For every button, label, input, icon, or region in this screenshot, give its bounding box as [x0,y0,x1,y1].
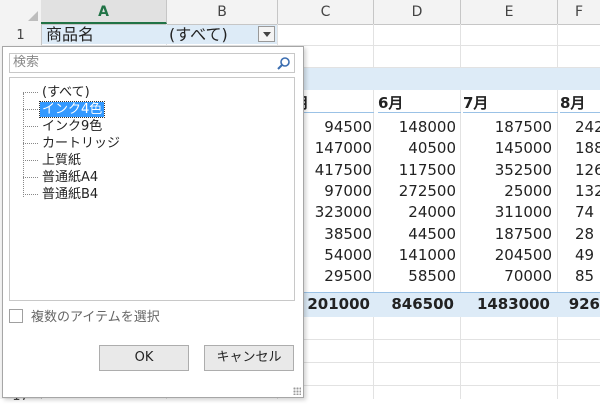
month-header: 8月 [560,92,600,113]
pivot-value-cell[interactable]: 85 [575,267,600,285]
filter-value-label: (すべて) [169,25,228,44]
month-header: 6月 [378,92,461,113]
pivot-value-cell[interactable]: 272500 [366,182,456,200]
pivot-value-cell[interactable]: 145000 [462,139,552,157]
multi-select-option[interactable]: 複数のアイテムを選択 [9,309,160,327]
pivot-value-cell[interactable]: 126 [575,161,600,179]
total-value: 846500 [391,295,454,313]
pivot-value-cell[interactable]: 44500 [366,225,456,243]
tree-item-plain-b4[interactable]: 普通紙B4 [23,186,100,203]
pivot-value-cell[interactable]: 28 [575,225,600,243]
filter-item-tree: (すべて) インク4色 インク9色 カートリッジ 上質紙 普通紙A4 普通紙B4 [9,77,295,301]
tree-item-ink4[interactable]: インク4色 [23,101,106,118]
pivot-value-cell[interactable]: 24000 [366,203,456,221]
month-header: 月 [294,92,374,113]
resize-grip[interactable] [293,387,301,395]
pivot-value-cell[interactable]: 40500 [366,139,456,157]
filter-dropdown-panel: 検索 (すべて) インク4色 インク9色 カートリッジ 上質紙 普通紙A4 普通… [2,46,304,398]
pivot-value-cell[interactable]: 49 [575,246,600,264]
pivot-value-cell[interactable]: 132 [575,182,600,200]
multi-select-checkbox[interactable] [9,309,23,323]
pivot-value-cell[interactable]: 70000 [462,267,552,285]
ok-button[interactable]: OK [99,345,189,371]
pivot-value-cell[interactable]: 74 [575,203,600,221]
pivot-value-cell[interactable]: 187500 [462,225,552,243]
pivot-value-cell[interactable]: 311000 [462,203,552,221]
pivot-value-cell[interactable]: 141000 [366,246,456,264]
column-header-d[interactable]: D [374,0,461,24]
tree-item-ink9[interactable]: インク9色 [23,118,104,135]
month-header: 7月 [463,92,558,113]
column-header-a[interactable]: A [41,0,167,24]
select-all-corner[interactable] [0,0,42,24]
search-input[interactable]: 検索 [9,53,295,73]
multi-select-label: 複数のアイテムを選択 [31,310,160,325]
cell-a1-field-name[interactable]: 商品名 [42,25,170,44]
column-header-f[interactable]: F [558,0,600,24]
filter-dropdown-button[interactable] [258,26,275,42]
pivot-value-cell[interactable]: 242 [575,118,600,136]
pivot-value-cell[interactable]: 204500 [462,246,552,264]
column-header-b[interactable]: B [167,0,278,24]
cancel-button[interactable]: キャンセル [204,345,294,371]
pivot-header-band [278,68,600,90]
column-header-c[interactable]: C [278,0,374,24]
row-number-1[interactable]: 1 [0,28,41,43]
column-header-e[interactable]: E [461,0,558,24]
search-icon[interactable] [276,56,291,71]
pivot-value-cell[interactable]: 148000 [366,118,456,136]
tree-item-plain-a4[interactable]: 普通紙A4 [23,169,100,186]
pivot-value-cell[interactable]: 58500 [366,267,456,285]
tree-item-fine-paper[interactable]: 上質紙 [23,152,83,169]
tree-item-cartridge[interactable]: カートリッジ [23,135,122,152]
pivot-value-cell[interactable]: 117500 [366,161,456,179]
pivot-value-cell[interactable]: 25000 [462,182,552,200]
search-placeholder: 検索 [13,55,40,70]
column-header-row: A B C D E F [0,0,600,25]
pivot-value-cell[interactable]: 352500 [462,161,552,179]
tree-item-all[interactable]: (すべて) [23,84,92,101]
pivot-value-cell[interactable]: 187500 [462,118,552,136]
pivot-value-cell[interactable]: 188 [575,139,600,157]
total-value: 926 [568,295,600,313]
